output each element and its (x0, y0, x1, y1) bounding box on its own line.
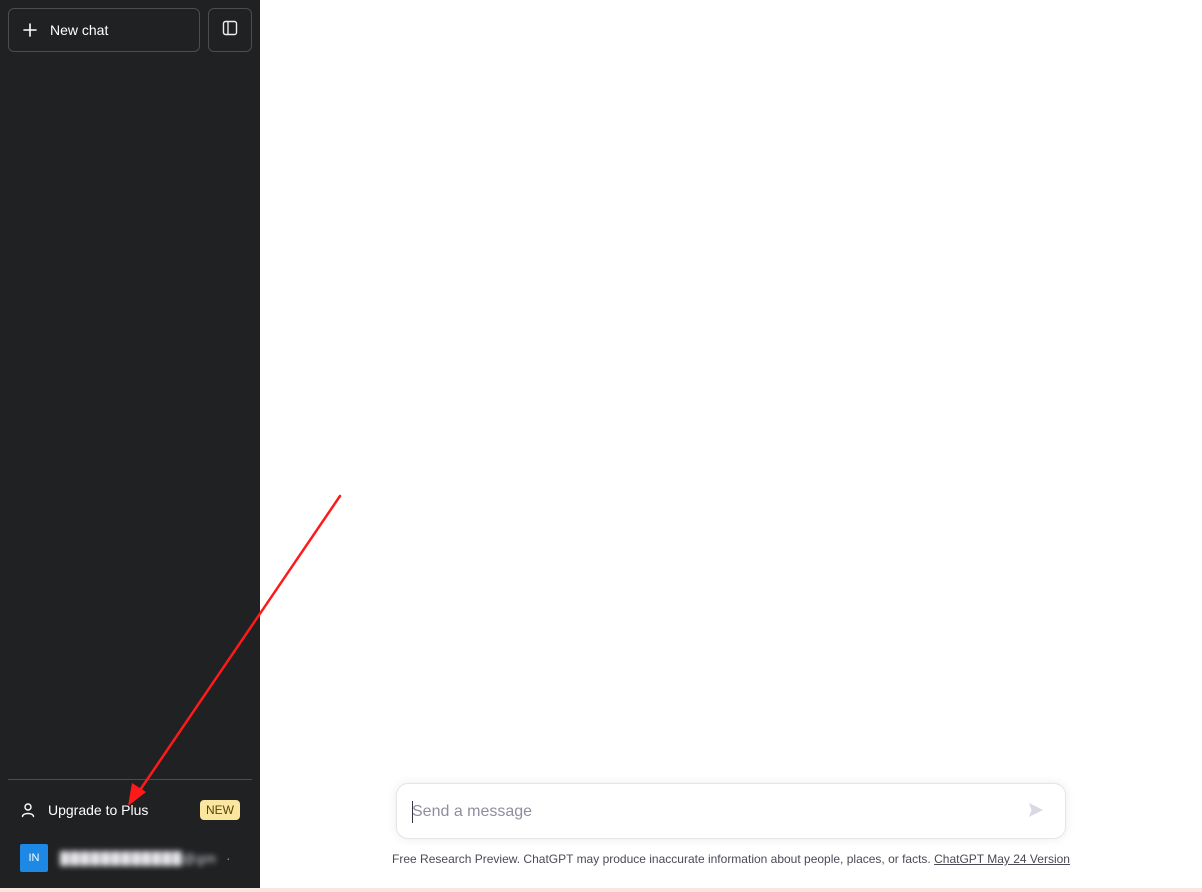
text-caret (412, 801, 413, 823)
sidebar: New chat Upgrade to Plus NEW IN ████████… (0, 0, 260, 888)
chatgpt-app: New chat Upgrade to Plus NEW IN ████████… (0, 0, 1202, 892)
footer-note-text: Free Research Preview. ChatGPT may produ… (392, 852, 935, 866)
version-link[interactable]: ChatGPT May 24 Version (934, 852, 1070, 866)
account-menu-button[interactable]: IN ████████████@gmail.com · (8, 838, 252, 878)
window-bottom-edge (0, 888, 1202, 892)
footer-disclaimer: Free Research Preview. ChatGPT may produ… (260, 852, 1202, 866)
send-icon (1027, 801, 1045, 824)
new-badge: NEW (200, 800, 240, 820)
avatar: IN (20, 844, 48, 872)
upgrade-to-plus-button[interactable]: Upgrade to Plus NEW (8, 788, 252, 832)
user-icon (20, 802, 36, 818)
account-email: ████████████@gmail.com (60, 850, 216, 866)
new-chat-button[interactable]: New chat (8, 8, 200, 52)
message-composer (396, 783, 1066, 839)
ellipsis-icon[interactable]: · (226, 850, 231, 866)
chat-main: Free Research Preview. ChatGPT may produ… (260, 0, 1202, 888)
toggle-sidebar-button[interactable] (208, 8, 252, 52)
message-input[interactable] (412, 800, 1012, 824)
sidebar-divider (8, 779, 252, 780)
new-chat-label: New chat (50, 22, 109, 38)
send-button[interactable] (1025, 801, 1047, 823)
sidebar-toggle-icon (222, 20, 238, 41)
plus-icon (22, 22, 38, 38)
upgrade-label: Upgrade to Plus (48, 802, 149, 818)
